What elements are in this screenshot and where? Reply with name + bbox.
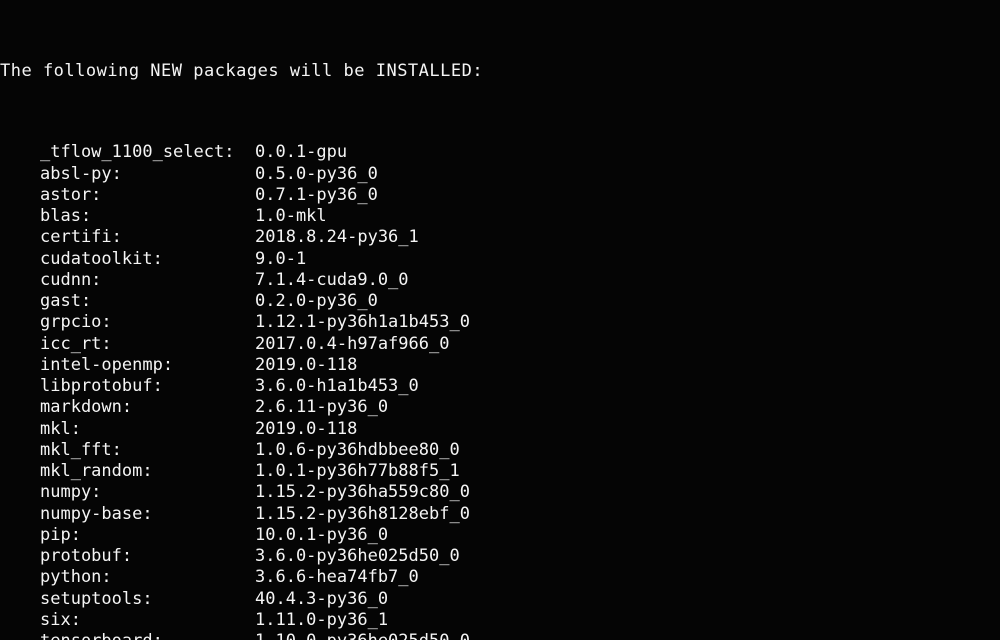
package-name: libprotobuf:	[40, 376, 255, 397]
package-name: numpy:	[40, 482, 255, 503]
package-line: numpy-base:1.15.2-py36h8128ebf_0	[0, 504, 1000, 525]
package-name: icc_rt:	[40, 334, 255, 355]
package-version: 0.2.0-py36_0	[255, 291, 378, 312]
package-line: tensorboard:1.10.0-py36he025d50_0	[0, 631, 1000, 640]
package-name: mkl_random:	[40, 461, 255, 482]
package-name: _tflow_1100_select:	[40, 142, 255, 163]
package-name: certifi:	[40, 227, 255, 248]
package-line: mkl:2019.0-118	[0, 419, 1000, 440]
package-name: mkl_fft:	[40, 440, 255, 461]
package-name: mkl:	[40, 419, 255, 440]
package-version: 2018.8.24-py36_1	[255, 227, 419, 248]
package-version: 1.10.0-py36he025d50_0	[255, 631, 470, 640]
package-line: libprotobuf:3.6.0-h1a1b453_0	[0, 376, 1000, 397]
package-version: 0.0.1-gpu	[255, 142, 347, 163]
package-line: mkl_fft:1.0.6-py36hdbbee80_0	[0, 440, 1000, 461]
package-version: 1.12.1-py36h1a1b453_0	[255, 312, 470, 333]
package-line: grpcio:1.12.1-py36h1a1b453_0	[0, 312, 1000, 333]
package-version: 1.11.0-py36_1	[255, 610, 388, 631]
package-line: certifi:2018.8.24-py36_1	[0, 227, 1000, 248]
package-name: gast:	[40, 291, 255, 312]
package-version: 9.0-1	[255, 249, 306, 270]
package-name: protobuf:	[40, 546, 255, 567]
package-line: pip:10.0.1-py36_0	[0, 525, 1000, 546]
package-line: intel-openmp:2019.0-118	[0, 355, 1000, 376]
package-line: markdown:2.6.11-py36_0	[0, 397, 1000, 418]
package-line: setuptools:40.4.3-py36_0	[0, 589, 1000, 610]
package-line: absl-py:0.5.0-py36_0	[0, 164, 1000, 185]
package-version: 0.7.1-py36_0	[255, 185, 378, 206]
package-name: setuptools:	[40, 589, 255, 610]
package-name: blas:	[40, 206, 255, 227]
package-name: six:	[40, 610, 255, 631]
package-version: 2019.0-118	[255, 419, 357, 440]
package-version: 2019.0-118	[255, 355, 357, 376]
package-line: icc_rt:2017.0.4-h97af966_0	[0, 334, 1000, 355]
package-version: 7.1.4-cuda9.0_0	[255, 270, 409, 291]
package-version: 1.0.6-py36hdbbee80_0	[255, 440, 460, 461]
terminal-output: The following NEW packages will be INSTA…	[0, 0, 1000, 640]
package-version: 0.5.0-py36_0	[255, 164, 378, 185]
package-version: 1.0.1-py36h77b88f5_1	[255, 461, 460, 482]
package-version: 1.15.2-py36ha559c80_0	[255, 482, 470, 503]
package-line: mkl_random:1.0.1-py36h77b88f5_1	[0, 461, 1000, 482]
package-version: 3.6.0-py36he025d50_0	[255, 546, 460, 567]
package-line: six:1.11.0-py36_1	[0, 610, 1000, 631]
package-name: numpy-base:	[40, 504, 255, 525]
package-name: cudnn:	[40, 270, 255, 291]
install-header: The following NEW packages will be INSTA…	[0, 61, 1000, 82]
package-name: markdown:	[40, 397, 255, 418]
package-name: tensorboard:	[40, 631, 255, 640]
package-version: 1.0-mkl	[255, 206, 327, 227]
package-version: 3.6.6-hea74fb7_0	[255, 567, 419, 588]
package-version: 10.0.1-py36_0	[255, 525, 388, 546]
package-name: astor:	[40, 185, 255, 206]
package-name: python:	[40, 567, 255, 588]
package-line: gast:0.2.0-py36_0	[0, 291, 1000, 312]
package-line: python:3.6.6-hea74fb7_0	[0, 567, 1000, 588]
package-version: 2.6.11-py36_0	[255, 397, 388, 418]
package-line: _tflow_1100_select:0.0.1-gpu	[0, 142, 1000, 163]
package-version: 1.15.2-py36h8128ebf_0	[255, 504, 470, 525]
package-line: cudatoolkit:9.0-1	[0, 249, 1000, 270]
package-name: grpcio:	[40, 312, 255, 333]
package-name: absl-py:	[40, 164, 255, 185]
package-line: protobuf:3.6.0-py36he025d50_0	[0, 546, 1000, 567]
package-line: astor:0.7.1-py36_0	[0, 185, 1000, 206]
package-version: 2017.0.4-h97af966_0	[255, 334, 449, 355]
package-version: 40.4.3-py36_0	[255, 589, 388, 610]
package-name: pip:	[40, 525, 255, 546]
package-name: cudatoolkit:	[40, 249, 255, 270]
package-line: numpy:1.15.2-py36ha559c80_0	[0, 482, 1000, 503]
package-list: _tflow_1100_select:0.0.1-gpuabsl-py:0.5.…	[0, 142, 1000, 640]
package-name: intel-openmp:	[40, 355, 255, 376]
package-version: 3.6.0-h1a1b453_0	[255, 376, 419, 397]
package-line: cudnn:7.1.4-cuda9.0_0	[0, 270, 1000, 291]
package-line: blas:1.0-mkl	[0, 206, 1000, 227]
